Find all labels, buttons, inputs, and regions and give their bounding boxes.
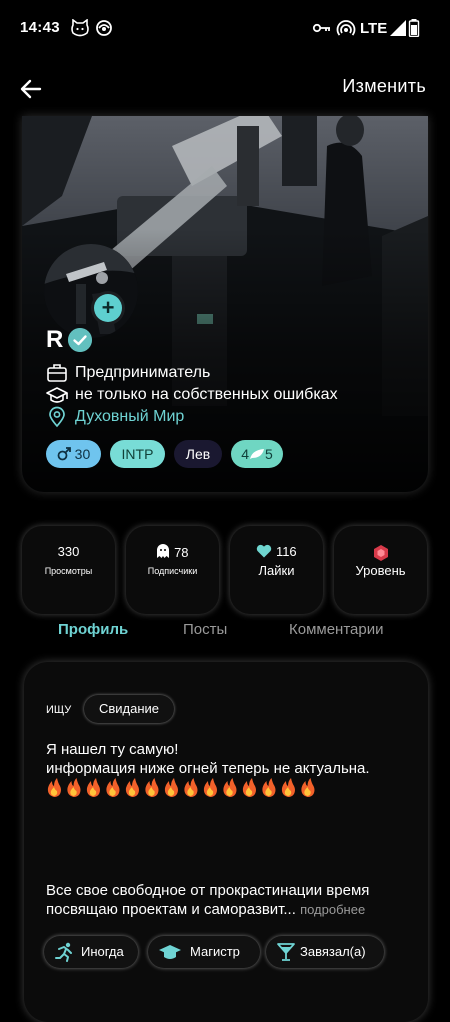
cat-app-icon (71, 19, 89, 37)
likes-count-row: 116 (230, 544, 323, 559)
signal-icon (390, 20, 406, 36)
edit-button[interactable]: Изменить (342, 76, 426, 97)
battery-icon (408, 19, 420, 37)
degree-trait-chip[interactable]: Магистр (148, 936, 260, 968)
add-photo-button[interactable]: + (94, 294, 122, 322)
heart-icon (257, 544, 272, 558)
fire-icon (203, 778, 217, 797)
status-line-2: информация ниже огней теперь не актуальн… (46, 760, 370, 777)
bio-line-2: посвящаю проектам и саморазвит... (46, 901, 296, 918)
key-icon (312, 23, 330, 33)
likes-count: 116 (275, 544, 297, 559)
graduation-cap-icon (159, 945, 181, 959)
zodiac-chip[interactable]: Лев (174, 440, 222, 468)
level-value: 5 (265, 446, 273, 462)
likes-stat[interactable]: 116 Лайки (230, 526, 323, 614)
ruby-gem-icon (373, 545, 388, 561)
sport-trait: Иногда (81, 944, 124, 959)
verified-icon (68, 328, 92, 352)
status-time: 14:43 (20, 19, 60, 36)
arrow-left-icon[interactable] (16, 74, 46, 104)
fire-icon (106, 778, 120, 797)
fire-icon (242, 778, 256, 797)
education-text: не только на собственных ошибках (75, 386, 338, 403)
level-label: Уровень (355, 563, 406, 578)
status-line-1: Я нашел ту самую! (46, 741, 179, 758)
followers-count: 78 (174, 545, 189, 560)
personality-chip[interactable]: INTP (110, 440, 165, 468)
running-icon (55, 942, 72, 962)
sport-trait-chip[interactable]: Иногда (44, 936, 138, 968)
tab-comments[interactable]: Комментарии (289, 621, 383, 638)
leaf-icon (250, 449, 264, 459)
fire-icon (164, 778, 178, 797)
graduation-cap-icon (46, 387, 68, 403)
likes-label: Лайки (258, 563, 295, 578)
about-card: ИЩУ Свидание Я нашел ту самую! информаци… (24, 662, 428, 1022)
views-stat[interactable]: 330 Просмотры (22, 526, 115, 614)
level-icon-row (334, 544, 427, 565)
level-stat[interactable]: Уровень (334, 526, 427, 614)
fire-icon (223, 778, 237, 797)
read-more-link[interactable]: подробнее (300, 902, 365, 917)
network-type: LTE (360, 20, 388, 37)
user-name: R (46, 326, 64, 353)
bio-line-1: Все свое свободное от прокрастинации вре… (46, 882, 370, 899)
app-bar: Изменить (0, 60, 450, 116)
profile-header-card: + R Предприниматель не только на собстве… (22, 116, 428, 492)
views-label: Просмотры (44, 566, 93, 576)
location-text: Духовный Мир (75, 408, 185, 425)
level-prefix: 4 (241, 446, 249, 462)
bio-text: Все свое свободное от прокрастинации вре… (46, 881, 416, 919)
fire-icon (145, 778, 159, 797)
male-icon (57, 447, 71, 461)
fire-icon (125, 778, 139, 797)
degree-trait: Магистр (190, 944, 240, 959)
avatar-photo (44, 244, 138, 338)
fire-icon (86, 778, 100, 797)
status-bar: 14:43 LTE (0, 0, 450, 56)
fire-icon (67, 778, 81, 797)
tab-posts[interactable]: Посты (183, 621, 227, 638)
hotspot-icon (336, 20, 356, 36)
fire-icon (262, 778, 276, 797)
tab-profile[interactable]: Профиль (58, 621, 128, 638)
smoking-trait: Завязал(а) (300, 944, 366, 959)
smoking-trait-chip[interactable]: Завязал(а) (266, 936, 384, 968)
occupation-text: Предприниматель (75, 364, 211, 381)
fire-emoji-row (47, 778, 315, 797)
followers-stat[interactable]: 78 Подписчики (126, 526, 219, 614)
seeking-chip[interactable]: Свидание (84, 695, 174, 723)
level-chip[interactable]: 4 5 (231, 440, 283, 468)
views-count: 330 (57, 544, 80, 559)
followers-label: Подписчики (147, 566, 198, 576)
age-gender-chip[interactable]: 30 (46, 440, 101, 468)
cocktail-glass-icon (277, 943, 295, 961)
fire-icon (281, 778, 295, 797)
fire-icon (301, 778, 315, 797)
age-value: 30 (74, 446, 91, 462)
ghost-icon (157, 544, 170, 558)
location-pin-icon (49, 406, 65, 428)
fire-icon (47, 778, 61, 797)
briefcase-icon (47, 364, 67, 382)
followers-count-row: 78 (126, 544, 219, 560)
seeking-label: ИЩУ (46, 704, 72, 716)
fire-icon (184, 778, 198, 797)
app-notification-icon (96, 20, 112, 36)
status-text: Я нашел ту самую! информация ниже огней … (46, 740, 370, 778)
avatar[interactable] (44, 244, 138, 338)
